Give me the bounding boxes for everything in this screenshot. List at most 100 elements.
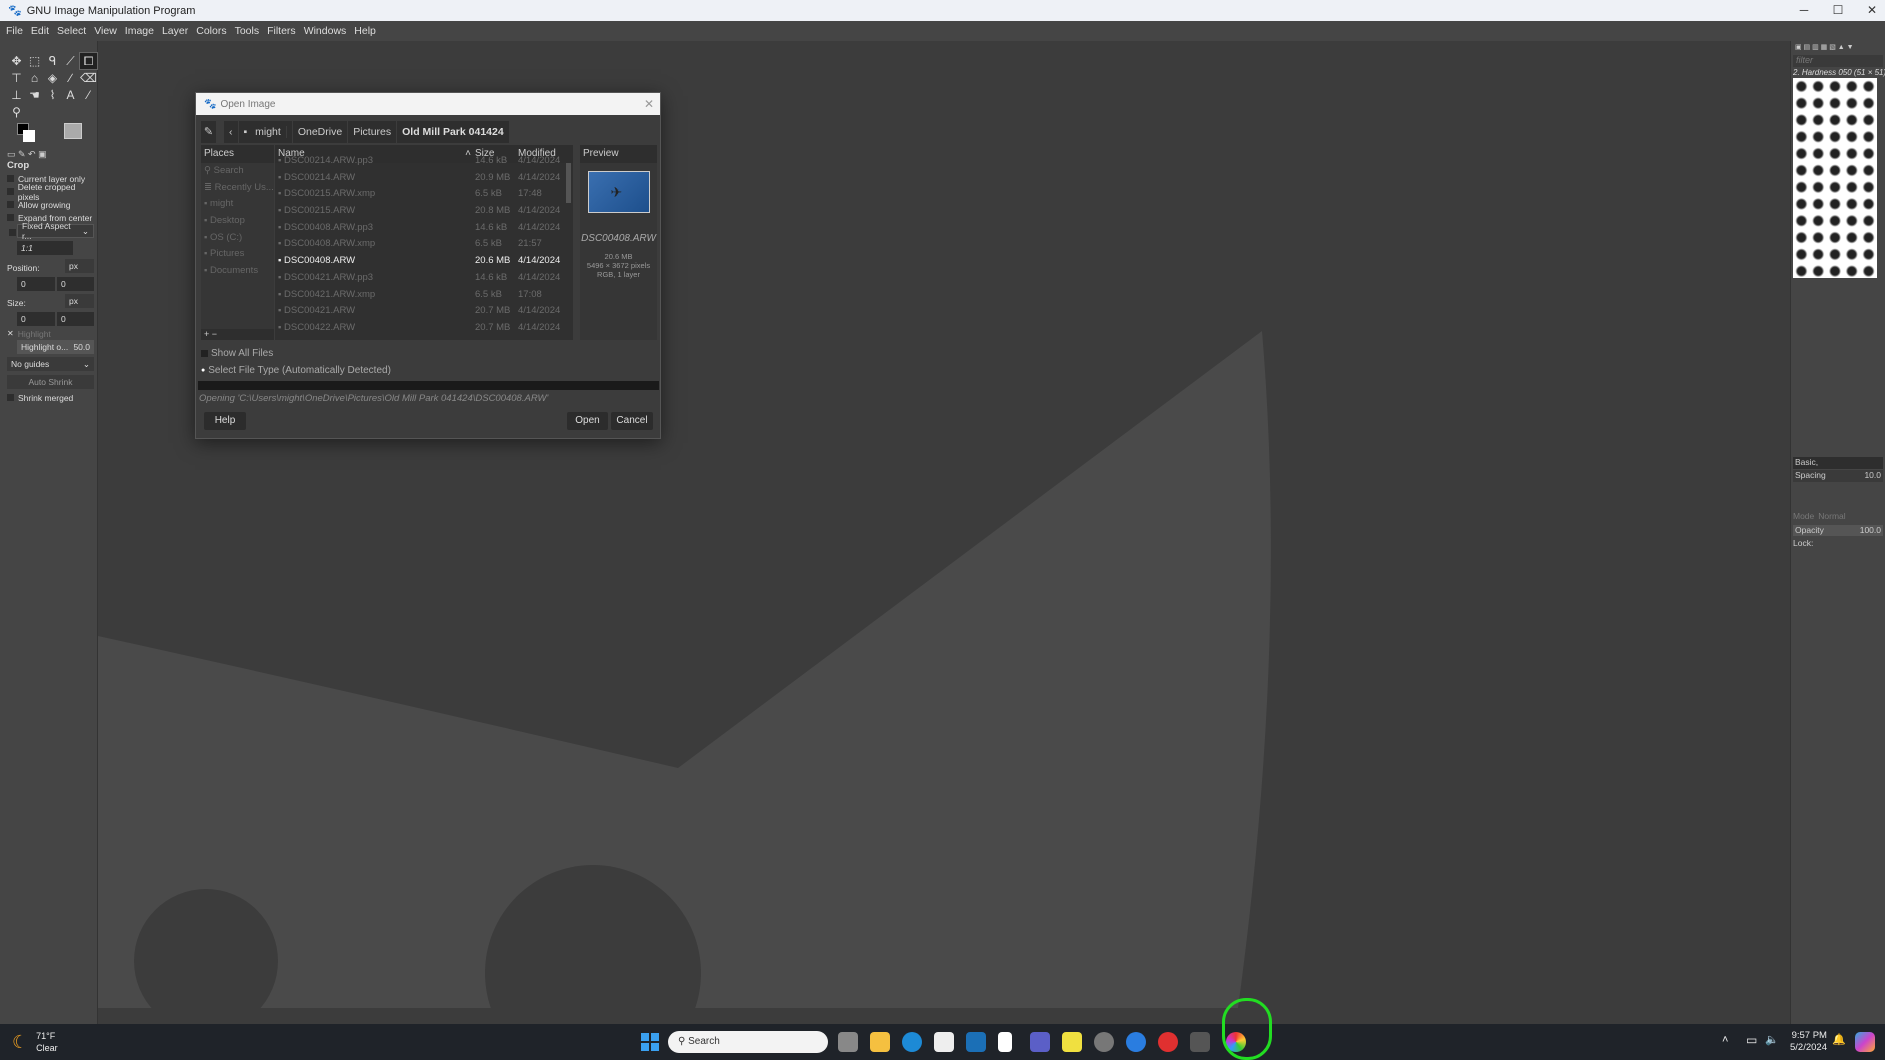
- layer-mode-dropdown[interactable]: Mode Normal: [1793, 511, 1883, 521]
- warp-tool-icon[interactable]: ⌂: [26, 70, 43, 86]
- menu-select[interactable]: Select: [57, 25, 86, 37]
- fuzzy-select-tool-icon[interactable]: ⟋: [62, 53, 79, 69]
- todo-icon[interactable]: [1062, 1032, 1082, 1052]
- dell-icon[interactable]: [966, 1032, 986, 1052]
- file-row[interactable]: ▪ DSC00408.ARW 20.6 MB 4/14/2024: [275, 253, 573, 270]
- task-view-icon[interactable]: [838, 1032, 858, 1052]
- breadcrumb-back-button[interactable]: ‹: [224, 121, 239, 143]
- tray-chevron-icon[interactable]: ˄: [1722, 1034, 1728, 1046]
- breadcrumb-pictures[interactable]: Pictures: [348, 121, 398, 143]
- menu-file[interactable]: File: [6, 25, 23, 37]
- file-row[interactable]: ▪ DSC00422.ARW 20.7 MB 4/14/2024: [275, 320, 573, 337]
- file-explorer-icon[interactable]: [870, 1032, 890, 1052]
- close-button[interactable]: ✕: [1855, 0, 1885, 21]
- brush-grid[interactable]: [1793, 78, 1877, 278]
- breadcrumb-might[interactable]: ▪ might: [239, 121, 293, 143]
- place-item[interactable]: ▪ Documents: [201, 263, 274, 280]
- file-list-scrollbar[interactable]: [566, 163, 571, 203]
- dock-tabs[interactable]: ▣ ▤ ▥ ▦ ▧ ▲ ▼: [1795, 43, 1881, 53]
- volume-icon[interactable]: 🔈: [1765, 1033, 1779, 1046]
- menu-image[interactable]: Image: [125, 25, 154, 37]
- gimp-taskbar-icon[interactable]: [1190, 1032, 1210, 1052]
- teams-icon[interactable]: [1030, 1032, 1050, 1052]
- auto-shrink-button[interactable]: Auto Shrink: [7, 375, 94, 389]
- position-unit-dropdown[interactable]: px: [65, 259, 94, 273]
- smudge-tool-icon[interactable]: ☚: [26, 87, 43, 103]
- file-row[interactable]: ▪ DSC00421.ARW.xmp 6.5 kB 17:08: [275, 287, 573, 304]
- clone-tool-icon[interactable]: ⊥: [8, 87, 25, 103]
- file-row[interactable]: ▪ DSC00408.ARW.pp3 14.6 kB 4/14/2024: [275, 220, 573, 237]
- size-y-input[interactable]: 0: [57, 312, 94, 326]
- notification-bell-icon[interactable]: 🔔: [1832, 1033, 1846, 1046]
- menu-windows[interactable]: Windows: [304, 25, 347, 37]
- weather-widget[interactable]: ☾ 71°F Clear: [12, 1030, 58, 1054]
- file-row[interactable]: ▪ DSC00421.ARW.pp3 14.6 kB 4/14/2024: [275, 270, 573, 287]
- show-all-files-checkbox[interactable]: Show All Files: [201, 348, 273, 359]
- place-item[interactable]: ▪ Desktop: [201, 213, 274, 230]
- highlight-opacity-slider[interactable]: Highlight o... 50.0: [17, 340, 94, 354]
- eraser-tool-icon[interactable]: ⌫: [80, 70, 97, 86]
- taskbar-search[interactable]: ⚲ Search: [668, 1031, 828, 1053]
- size-unit-dropdown[interactable]: px: [65, 294, 94, 308]
- breadcrumb-current-folder[interactable]: Old Mill Park 041424: [397, 121, 510, 143]
- crop-tool-icon[interactable]: ⧠: [79, 52, 98, 70]
- highlight-checkbox[interactable]: ✕ Highlight: [0, 327, 51, 340]
- text-tool-icon[interactable]: A: [62, 87, 79, 103]
- fixed-aspect-dropdown[interactable]: Fixed Aspect r... ⌄: [17, 221, 94, 241]
- place-item[interactable]: ▪ Pictures: [201, 246, 274, 263]
- move-tool-icon[interactable]: ✥: [8, 53, 25, 69]
- brush-preset-dropdown[interactable]: Basic,: [1793, 457, 1883, 469]
- help-button[interactable]: Help: [204, 412, 246, 430]
- layer-opacity-slider[interactable]: Opacity 100.0: [1793, 525, 1883, 536]
- select-file-type-expander[interactable]: ● Select File Type (Automatically Detecte…: [201, 365, 391, 376]
- place-item[interactable]: ⚲ Search: [201, 163, 274, 180]
- add-remove-place-buttons[interactable]: + −: [201, 329, 274, 340]
- paintbrush-tool-icon[interactable]: ∕: [62, 70, 79, 86]
- fg-bg-colors[interactable]: [17, 123, 37, 142]
- delete-cropped-checkbox[interactable]: Delete cropped pixels: [0, 182, 96, 202]
- file-list[interactable]: Name ˄ Size Modified ▪ DSC00214.ARW.pp3 14…: [275, 145, 573, 340]
- network-icon[interactable]: ▭: [1746, 1033, 1757, 1047]
- notepad-icon[interactable]: [998, 1032, 1012, 1052]
- defender-icon[interactable]: [1126, 1032, 1146, 1052]
- menu-edit[interactable]: Edit: [31, 25, 49, 37]
- settings-icon[interactable]: [1094, 1032, 1114, 1052]
- bucket-fill-tool-icon[interactable]: ◈: [44, 70, 61, 86]
- store-icon[interactable]: [934, 1032, 954, 1052]
- transform-tool-icon[interactable]: ⊤: [8, 70, 25, 86]
- file-row[interactable]: ▪ DSC00214.ARW.pp3 14.6 kB 4/14/2024: [275, 153, 573, 170]
- start-button[interactable]: [640, 1032, 660, 1052]
- shrink-merged-checkbox[interactable]: Shrink merged: [0, 391, 73, 404]
- menu-filters[interactable]: Filters: [267, 25, 296, 37]
- file-row[interactable]: ▪ DSC00214.ARW 20.9 MB 4/14/2024: [275, 170, 573, 187]
- menu-layer[interactable]: Layer: [162, 25, 188, 37]
- menu-colors[interactable]: Colors: [196, 25, 226, 37]
- open-button[interactable]: Open: [567, 412, 608, 430]
- menu-tools[interactable]: Tools: [235, 25, 260, 37]
- place-item[interactable]: ≣ Recently Us...: [201, 180, 274, 197]
- edit-location-button[interactable]: ✎: [201, 121, 216, 143]
- rect-select-tool-icon[interactable]: ⬚: [26, 53, 43, 69]
- app-icon[interactable]: [1158, 1032, 1178, 1052]
- place-item[interactable]: ▪ might: [201, 196, 274, 213]
- position-x-input[interactable]: 0: [17, 277, 55, 291]
- copilot-icon[interactable]: [1855, 1032, 1875, 1052]
- color-picker-tool-icon[interactable]: ⁄: [80, 87, 97, 103]
- menu-help[interactable]: Help: [354, 25, 376, 37]
- dialog-close-button[interactable]: ✕: [644, 97, 654, 111]
- file-row[interactable]: ▪ DSC00421.ARW 20.7 MB 4/14/2024: [275, 303, 573, 320]
- zoom-tool-icon[interactable]: ⚲: [8, 104, 25, 120]
- file-row[interactable]: ▪ DSC00215.ARW.xmp 6.5 kB 17:48: [275, 186, 573, 203]
- cancel-button[interactable]: Cancel: [611, 412, 653, 430]
- spacing-slider[interactable]: Spacing 10.0: [1793, 470, 1883, 482]
- maximize-button[interactable]: ☐: [1821, 0, 1855, 21]
- aspect-ratio-input[interactable]: 1:1: [17, 241, 73, 255]
- fixed-aspect-checkbox[interactable]: [9, 229, 16, 236]
- breadcrumb-onedrive[interactable]: OneDrive: [293, 121, 349, 143]
- guides-dropdown[interactable]: No guides ⌄: [7, 357, 94, 371]
- clock[interactable]: 9:57 PM 5/2/2024: [1790, 1030, 1827, 1054]
- file-row[interactable]: ▪ DSC00408.ARW.xmp 6.5 kB 21:57: [275, 236, 573, 253]
- position-y-input[interactable]: 0: [57, 277, 94, 291]
- minimize-button[interactable]: ─: [1787, 0, 1821, 21]
- menu-view[interactable]: View: [94, 25, 117, 37]
